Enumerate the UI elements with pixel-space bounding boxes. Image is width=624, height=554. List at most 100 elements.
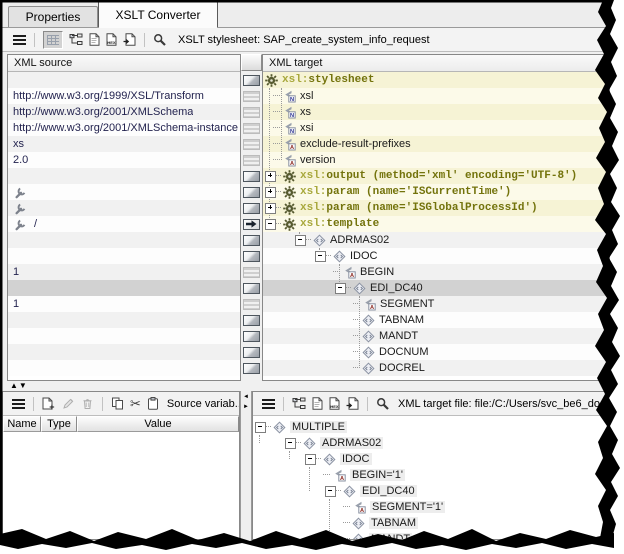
map-button[interactable] bbox=[243, 187, 260, 198]
target-tree-node[interactable]: Nxsl bbox=[263, 88, 609, 104]
map-button[interactable] bbox=[243, 203, 260, 214]
target-tree-node[interactable]: ABEGIN bbox=[263, 264, 609, 280]
target-tree-node[interactable]: Aversion bbox=[263, 152, 609, 168]
output-tree-node[interactable]: ADRMAS02 bbox=[253, 435, 607, 451]
map-button[interactable] bbox=[243, 75, 260, 86]
expander-icon[interactable] bbox=[305, 454, 316, 465]
expander-icon[interactable] bbox=[295, 235, 306, 246]
output-tree-node[interactable]: IDOC bbox=[253, 451, 607, 467]
map-button[interactable] bbox=[243, 91, 260, 102]
source-row[interactable] bbox=[8, 168, 240, 184]
source-row[interactable] bbox=[8, 184, 240, 200]
map-button[interactable] bbox=[243, 155, 260, 166]
target-tree-node[interactable]: IDOC bbox=[263, 248, 609, 264]
document-icon[interactable] bbox=[312, 397, 323, 410]
export-document-icon[interactable] bbox=[123, 33, 136, 46]
column-header-name[interactable]: Name bbox=[3, 416, 41, 432]
target-tree-node[interactable]: MANDT bbox=[263, 328, 609, 344]
target-tree-node[interactable]: xsl:stylesheet bbox=[263, 72, 609, 88]
source-row[interactable] bbox=[8, 360, 240, 376]
column-header-value[interactable]: Value bbox=[77, 416, 239, 432]
source-row[interactable]: 2.0 bbox=[8, 152, 240, 168]
new-document-icon[interactable]: + bbox=[42, 397, 56, 411]
map-arrow-button[interactable] bbox=[243, 219, 260, 230]
export-document-icon[interactable] bbox=[346, 397, 359, 410]
tab-xslt-converter[interactable]: XSLT Converter bbox=[98, 1, 218, 28]
tree-icon[interactable] bbox=[69, 33, 83, 46]
target-tree-node[interactable]: xsl:param (name='ISCurrentTime') bbox=[263, 184, 609, 200]
map-button[interactable] bbox=[243, 283, 260, 294]
source-row[interactable]: / bbox=[8, 216, 240, 232]
output-tree-node[interactable]: MULTIPLE bbox=[253, 419, 607, 435]
splitter-collapse-right-icon[interactable]: ► bbox=[241, 404, 251, 411]
expander-icon[interactable] bbox=[265, 171, 276, 182]
tab-properties[interactable]: Properties bbox=[8, 6, 98, 27]
map-button[interactable] bbox=[243, 315, 260, 326]
target-tree-node[interactable]: ADRMAS02 bbox=[263, 232, 609, 248]
splitter-collapse-icons[interactable]: ▲▼ bbox=[10, 382, 28, 390]
map-button[interactable] bbox=[243, 171, 260, 182]
source-row[interactable] bbox=[8, 232, 240, 248]
menu-icon[interactable] bbox=[262, 399, 275, 409]
expander-icon[interactable] bbox=[335, 283, 346, 294]
expander-icon[interactable] bbox=[265, 203, 276, 214]
menu-icon[interactable] bbox=[12, 399, 25, 409]
target-tree-node[interactable]: TABNAM bbox=[263, 312, 609, 328]
source-row[interactable] bbox=[8, 72, 240, 88]
expander-icon[interactable] bbox=[325, 486, 336, 497]
expander-icon[interactable] bbox=[315, 251, 326, 262]
map-button[interactable] bbox=[243, 107, 260, 118]
menu-icon[interactable] bbox=[13, 35, 26, 45]
map-button[interactable] bbox=[243, 251, 260, 262]
output-tree-node[interactable]: MANDT bbox=[253, 531, 607, 540]
target-tree-node[interactable]: Aexclude-result-prefixes bbox=[263, 136, 609, 152]
edit-icon[interactable] bbox=[62, 397, 75, 410]
map-button[interactable] bbox=[243, 363, 260, 374]
target-tree-node[interactable]: ASEGMENT bbox=[263, 296, 609, 312]
splitter-collapse-left-icon[interactable]: ◄ bbox=[241, 394, 251, 401]
source-row[interactable] bbox=[8, 312, 240, 328]
cut-icon[interactable]: ✂ bbox=[130, 397, 141, 410]
expander-icon[interactable] bbox=[285, 438, 296, 449]
expander-icon[interactable] bbox=[265, 187, 276, 198]
paste-icon[interactable] bbox=[147, 397, 159, 410]
document-icon[interactable] bbox=[89, 33, 100, 46]
map-button[interactable] bbox=[243, 123, 260, 134]
hex-document-icon[interactable]: HEX bbox=[106, 33, 117, 46]
column-header-type[interactable]: Type bbox=[41, 416, 77, 432]
target-tree-node[interactable]: Nxsi bbox=[263, 120, 609, 136]
target-tree-node[interactable]: Nxs bbox=[263, 104, 609, 120]
delete-icon[interactable] bbox=[81, 397, 94, 410]
output-tree-node[interactable]: ABEGIN='1' bbox=[253, 467, 607, 483]
map-button[interactable] bbox=[243, 267, 260, 278]
search-icon[interactable] bbox=[153, 33, 167, 47]
expander-icon[interactable] bbox=[265, 219, 276, 230]
target-tree-node[interactable]: xsl:output (method='xml' encoding='UTF-8… bbox=[263, 168, 609, 184]
output-tree-node[interactable]: TABNAM bbox=[253, 515, 607, 531]
hex-document-icon[interactable]: HEX bbox=[329, 397, 340, 410]
vertical-splitter[interactable]: ◄ ► bbox=[240, 391, 252, 540]
output-tree-node[interactable]: EDI_DC40 bbox=[253, 483, 607, 499]
source-row[interactable] bbox=[8, 328, 240, 344]
source-row[interactable] bbox=[8, 248, 240, 264]
map-button[interactable] bbox=[243, 299, 260, 310]
source-row-selected[interactable] bbox=[8, 280, 240, 296]
expander-icon[interactable] bbox=[255, 422, 266, 433]
variables-table-body[interactable] bbox=[3, 432, 239, 540]
target-tree-node[interactable]: xsl:param (name='ISGlobalProcessId') bbox=[263, 200, 609, 216]
map-button[interactable] bbox=[243, 331, 260, 342]
output-tree-node[interactable]: ASEGMENT='1' bbox=[253, 499, 607, 515]
source-row[interactable]: 1 bbox=[8, 296, 240, 312]
grid-icon[interactable] bbox=[43, 31, 63, 49]
target-tree-node[interactable]: xsl:template bbox=[263, 216, 609, 232]
target-tree-node-selected[interactable]: EDI_DC40 bbox=[263, 280, 609, 296]
search-icon[interactable] bbox=[376, 397, 390, 411]
target-tree-node[interactable]: DOCNUM bbox=[263, 344, 609, 360]
horizontal-splitter[interactable]: ▲▼ bbox=[2, 381, 610, 391]
source-row[interactable]: http://www.w3.org/2001/XMLSchema bbox=[8, 104, 240, 120]
source-row[interactable]: xs bbox=[8, 136, 240, 152]
tree-icon[interactable] bbox=[292, 397, 306, 410]
source-row[interactable]: http://www.w3.org/1999/XSL/Transform bbox=[8, 88, 240, 104]
map-button[interactable] bbox=[243, 347, 260, 358]
source-row[interactable]: http://www.w3.org/2001/XMLSchema-instanc… bbox=[8, 120, 240, 136]
